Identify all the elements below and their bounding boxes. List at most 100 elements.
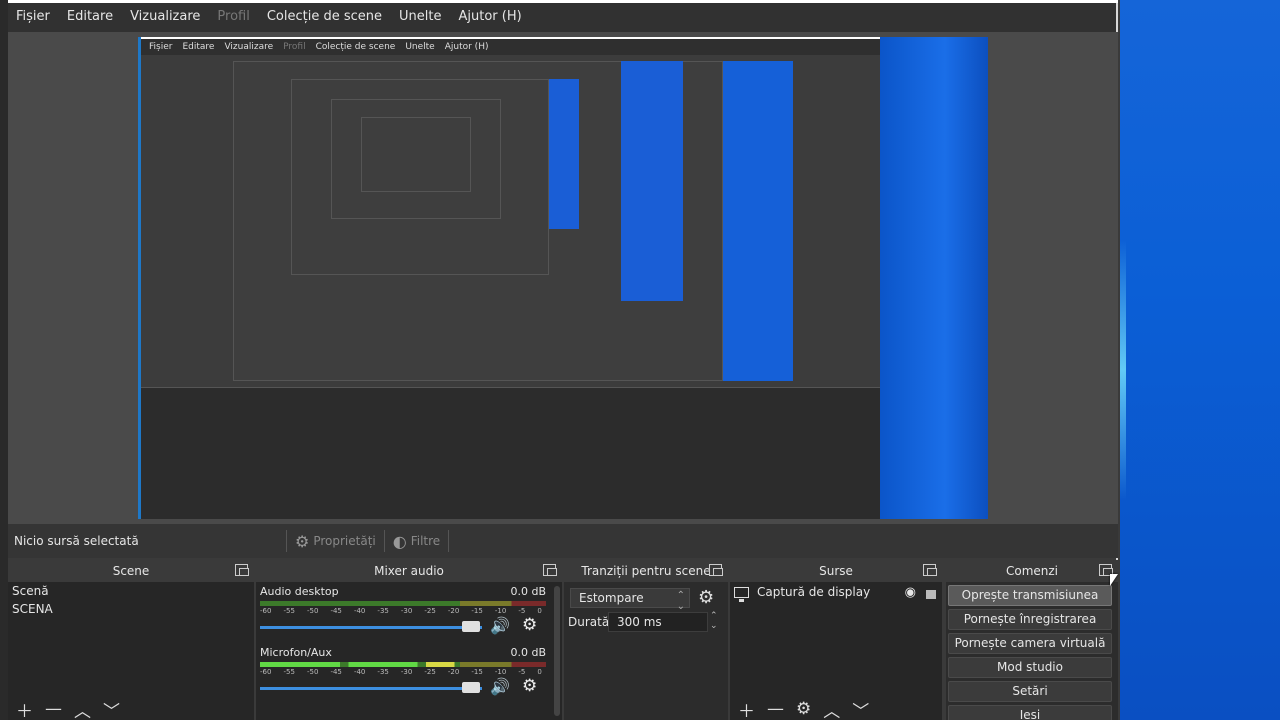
nested-menu-item: Ajutor (H) — [444, 42, 489, 52]
speaker-icon[interactable]: 🔊 — [490, 677, 510, 696]
duration-label: Durată — [568, 615, 610, 629]
channel-name: Audio desktop — [260, 585, 339, 598]
preview-canvas[interactable]: Fișier Editare Vizualizare Profil Colecț… — [138, 37, 988, 519]
mixer-channel-desktop: Audio desktop 0.0 dB -60 -55 -50 -45 -40 -35 -3… — [260, 585, 546, 637]
mixer-channel-mic: Microfon/Aux 0.0 dB -60 -55 -50 -45 -40 -35 -30… — [260, 646, 546, 698]
source-name: Captură de display — [757, 585, 871, 599]
stop-streaming-button[interactable]: Oprește transmisiunea — [948, 585, 1112, 606]
menu-help[interactable]: Ajutor (H) — [458, 9, 521, 24]
nested-menu-item: Editare — [182, 42, 215, 52]
speaker-icon[interactable]: 🔊 — [490, 616, 510, 635]
scene-item[interactable]: SCENA — [8, 600, 254, 618]
preview-desktop-blue — [880, 37, 988, 519]
left-screen-edge — [0, 0, 8, 720]
mixer-body: Audio desktop 0.0 dB -60 -55 -50 -45 -40 -35 -3… — [256, 582, 562, 720]
controls-dock: Comenzi Oprește transmisiunea Pornește î… — [946, 560, 1118, 720]
filters-button[interactable]: ◐ Filtre — [393, 532, 440, 551]
screen: Fișier Editare Vizualizare Profil Colecț… — [0, 0, 1280, 720]
desktop-glow — [1120, 240, 1126, 500]
channel-name: Microfon/Aux — [260, 646, 332, 659]
volume-slider[interactable]: 🔊 ⚙ — [260, 676, 546, 698]
mouse-cursor-icon — [1110, 574, 1118, 586]
studio-mode-button[interactable]: Mod studio — [948, 657, 1112, 678]
minus-icon[interactable]: — — [767, 699, 784, 719]
source-item[interactable]: Captură de display ◉ — [730, 582, 942, 602]
nested-obs-capture: Fișier Editare Vizualizare Profil Colecț… — [138, 37, 883, 519]
nested-menu-item: Vizualizare — [224, 42, 274, 52]
volume-slider[interactable]: 🔊 ⚙ — [260, 615, 546, 637]
controls-dock-header: Comenzi — [946, 560, 1118, 582]
nested-menu-item: Fișier — [149, 42, 173, 52]
volume-meter — [260, 662, 546, 667]
float-dock-icon[interactable] — [923, 564, 937, 576]
scenes-toolbar: ＋ — ︿ ﹀ — [8, 698, 120, 720]
recursive-blue-strip — [621, 61, 683, 301]
mixer-title: Mixer audio — [374, 564, 444, 578]
preview-area: Fișier Editare Vizualizare Profil Colecț… — [8, 32, 1118, 524]
slider-track — [260, 626, 482, 629]
spinbox-arrows-icon[interactable]: ⌃ ⌄ — [710, 611, 718, 631]
float-dock-icon[interactable] — [543, 564, 557, 576]
nested-menu-item: Unelte — [405, 42, 435, 52]
chevron-up-icon[interactable]: ︿ — [74, 697, 91, 720]
window-top-edge — [8, 0, 1118, 3]
nested-menu-item: Colecție de scene — [315, 42, 396, 52]
audio-mixer-dock: Mixer audio Audio desktop 0.0 dB -60 -55 -5… — [256, 560, 562, 720]
filter-icon: ◐ — [392, 531, 407, 551]
transition-value: Estompare — [579, 591, 644, 605]
channel-db: 0.0 dB — [510, 646, 546, 659]
start-virtual-camera-button[interactable]: Pornește camera virtuală — [948, 633, 1112, 654]
controls-title: Comenzi — [1005, 564, 1059, 578]
sources-toolbar: ＋ — ⚙ ︿ ﹀ — [730, 698, 869, 720]
transitions-dock-header: Tranziții pentru scene — [564, 560, 728, 582]
menu-tools[interactable]: Unelte — [399, 9, 441, 24]
updown-icon: ⌃ ⌄ — [676, 590, 685, 612]
transitions-dock: Tranziții pentru scene Estompare ⌃ ⌄ ⚙ Dur… — [564, 560, 728, 720]
scenes-title: Scene — [112, 564, 150, 578]
properties-button[interactable]: ⚙ Proprietăți — [295, 532, 376, 551]
sources-title: Surse — [819, 564, 853, 578]
scrollbar[interactable] — [554, 586, 560, 716]
chevron-down-icon[interactable]: ﹀ — [103, 697, 120, 720]
slider-handle[interactable] — [462, 682, 480, 693]
gear-icon[interactable]: ⚙ — [522, 676, 537, 696]
minus-icon[interactable]: — — [45, 699, 62, 719]
plus-icon[interactable]: ＋ — [16, 697, 33, 720]
lock-icon[interactable] — [926, 590, 936, 599]
transitions-title: Tranziții pentru scene — [581, 564, 711, 578]
settings-button[interactable]: Setări — [948, 681, 1112, 702]
mixer-dock-header: Mixer audio — [256, 560, 562, 582]
meter-ticks: -60 -55 -50 -45 -40 -35 -30 -25 -20 -15 -10 -5 0 — [260, 668, 542, 676]
gear-icon[interactable]: ⚙ — [522, 615, 537, 635]
transition-select[interactable]: Estompare ⌃ ⌄ — [570, 588, 690, 612]
chevron-down-icon[interactable]: ﹀ — [852, 697, 869, 720]
menu-file[interactable]: Fișier — [16, 9, 50, 24]
chevron-up-icon[interactable]: ︿ — [823, 697, 840, 720]
menu-edit[interactable]: Editare — [67, 9, 113, 24]
recursive-blue-strip — [723, 61, 793, 381]
slider-handle[interactable] — [462, 621, 480, 632]
plus-icon[interactable]: ＋ — [738, 697, 755, 720]
recursive-blue-strip — [549, 79, 579, 229]
properties-label: Proprietăți — [313, 534, 376, 548]
duration-input[interactable]: 300 ms — [608, 612, 708, 632]
divider — [286, 530, 287, 552]
recursive-docks — [141, 387, 883, 519]
gear-icon[interactable]: ⚙ — [796, 699, 811, 719]
float-dock-icon[interactable] — [709, 564, 723, 576]
menu-bar: Fișier Editare Vizualizare Profil Colecț… — [8, 0, 1116, 32]
start-recording-button[interactable]: Pornește înregistrarea — [948, 609, 1112, 630]
float-dock-icon[interactable] — [235, 564, 249, 576]
source-toolbar: Nicio sursă selectată ⚙ Proprietăți ◐ Filt… — [8, 524, 1118, 558]
menu-scene-collection[interactable]: Colecție de scene — [267, 9, 382, 24]
nested-menu-bar: Fișier Editare Vizualizare Profil Colecț… — [141, 37, 880, 55]
nested-menu-item: Profil — [283, 42, 306, 52]
eye-icon[interactable]: ◉ — [905, 585, 916, 600]
scene-item[interactable]: Scenă — [8, 582, 254, 600]
slider-track — [260, 687, 482, 690]
exit-button[interactable]: Ieși — [948, 705, 1112, 720]
scenes-dock-header: Scene — [8, 560, 254, 582]
gear-icon[interactable]: ⚙ — [698, 587, 714, 608]
menu-view[interactable]: Vizualizare — [130, 9, 200, 24]
filters-label: Filtre — [410, 534, 441, 548]
